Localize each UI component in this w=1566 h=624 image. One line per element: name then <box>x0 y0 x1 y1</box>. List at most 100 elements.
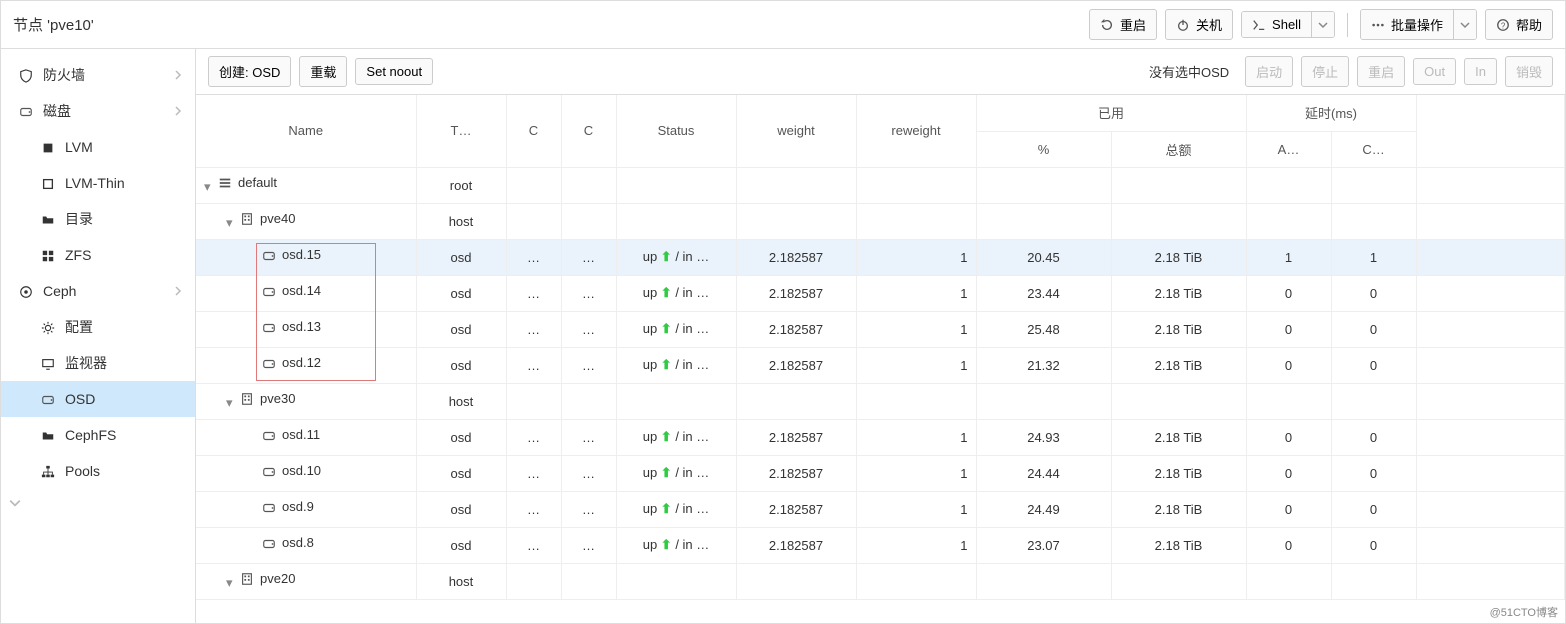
col-latency-group[interactable]: 延时(ms) <box>1246 95 1416 131</box>
disk-icon <box>41 392 55 406</box>
cell-total: 2.18 TiB <box>1111 239 1246 275</box>
chevron-icon <box>173 286 183 296</box>
sidebar-item-lvm-thin[interactable]: LVM-Thin <box>1 165 195 201</box>
sidebar-item-mon[interactable]: 监视器 <box>1 345 195 381</box>
cell-reweight: 1 <box>856 239 976 275</box>
host-icon <box>240 211 254 225</box>
cell-a: 0 <box>1246 275 1331 311</box>
sidebar-item-disks[interactable]: 磁盘 <box>1 93 195 129</box>
tree-toggle-icon[interactable]: ▾ <box>226 395 236 411</box>
cell-pct: 21.32 <box>976 347 1111 383</box>
ceph-icon <box>19 284 33 298</box>
bulk-split-button[interactable]: 批量操作 <box>1360 9 1477 40</box>
sidebar-more[interactable] <box>1 489 195 517</box>
shutdown-button[interactable]: 关机 <box>1165 9 1233 40</box>
start-button[interactable]: 启动 <box>1245 56 1293 87</box>
up-status-icon: ⬆ <box>661 357 672 372</box>
restart-button[interactable]: 重启 <box>1357 56 1405 87</box>
cell-c1 <box>506 563 561 599</box>
set-noout-button[interactable]: Set noout <box>355 58 433 85</box>
table-row[interactable]: ▾pve40host <box>196 203 1565 239</box>
col-used-group[interactable]: 已用 <box>976 95 1246 131</box>
create-osd-button[interactable]: 创建: OSD <box>208 56 291 87</box>
col-reweight[interactable]: reweight <box>856 95 976 167</box>
cell-type: osd <box>416 419 506 455</box>
cell-c2: … <box>561 347 616 383</box>
cell-type: osd <box>416 347 506 383</box>
out-button[interactable]: Out <box>1413 58 1456 85</box>
cell-weight <box>736 383 856 419</box>
grid-scroll[interactable]: Name T… C C Status weight reweight 已用 延时… <box>196 95 1565 623</box>
cell-reweight: 1 <box>856 491 976 527</box>
cell-c1: … <box>506 455 561 491</box>
tree-toggle-icon[interactable]: ▾ <box>226 575 236 591</box>
tree-icon <box>218 175 232 189</box>
table-row[interactable]: osd.11osd……up ⬆ / in …2.182587124.932.18… <box>196 419 1565 455</box>
sidebar-item-lvm[interactable]: LVM <box>1 129 195 165</box>
sidebar-item-firewall[interactable]: 防火墙 <box>1 57 195 93</box>
col-status[interactable]: Status <box>616 95 736 167</box>
table-row[interactable]: osd.9osd……up ⬆ / in …2.182587124.492.18 … <box>196 491 1565 527</box>
reboot-label: 重启 <box>1120 15 1146 34</box>
col-name[interactable]: Name <box>196 95 416 167</box>
cell-c: 0 <box>1331 275 1416 311</box>
in-button[interactable]: In <box>1464 58 1497 85</box>
chevron-icon <box>173 70 183 80</box>
sitemap-icon <box>41 464 55 478</box>
shell-button[interactable]: Shell <box>1242 12 1311 37</box>
cell-total: 2.18 TiB <box>1111 455 1246 491</box>
table-row[interactable]: osd.8osd……up ⬆ / in …2.182587123.072.18 … <box>196 527 1565 563</box>
row-name: osd.9 <box>282 499 314 514</box>
bulk-button[interactable]: 批量操作 <box>1361 10 1453 39</box>
sidebar-item-dir[interactable]: 目录 <box>1 201 195 237</box>
grid-icon <box>41 248 55 262</box>
col-type[interactable]: T… <box>416 95 506 167</box>
col-c1[interactable]: C <box>506 95 561 167</box>
watermark: @51CTO博客 <box>1490 604 1558 620</box>
cell-pct <box>976 203 1111 239</box>
cell-pad <box>1416 383 1564 419</box>
shell-caret[interactable] <box>1311 12 1334 37</box>
help-button[interactable]: ? 帮助 <box>1485 9 1553 40</box>
sidebar-item-label: 监视器 <box>65 353 107 373</box>
cell-status: up ⬆ / in … <box>616 275 736 311</box>
sidebar-item-pools[interactable]: Pools <box>1 453 195 489</box>
cell-c2: … <box>561 527 616 563</box>
tree-toggle-icon[interactable]: ▾ <box>226 215 236 231</box>
stop-button[interactable]: 停止 <box>1301 56 1349 87</box>
table-row[interactable]: osd.13osd……up ⬆ / in …2.182587125.482.18… <box>196 311 1565 347</box>
table-row[interactable]: osd.10osd……up ⬆ / in …2.182587124.442.18… <box>196 455 1565 491</box>
sidebar-item-cephfs[interactable]: CephFS <box>1 417 195 453</box>
col-c[interactable]: C… <box>1331 131 1416 167</box>
col-a[interactable]: A… <box>1246 131 1331 167</box>
svg-text:?: ? <box>1501 21 1506 30</box>
cell-c: 0 <box>1331 311 1416 347</box>
sidebar-item-cfg[interactable]: 配置 <box>1 309 195 345</box>
reload-button[interactable]: 重载 <box>299 56 347 87</box>
cell-total: 2.18 TiB <box>1111 311 1246 347</box>
table-row[interactable]: osd.15osd……up ⬆ / in …2.182587120.452.18… <box>196 239 1565 275</box>
col-pct[interactable]: % <box>976 131 1111 167</box>
table-row[interactable]: ▾pve20host <box>196 563 1565 599</box>
destroy-button[interactable]: 销毁 <box>1505 56 1553 87</box>
table-row[interactable]: osd.14osd……up ⬆ / in …2.182587123.442.18… <box>196 275 1565 311</box>
col-total[interactable]: 总额 <box>1111 131 1246 167</box>
table-row[interactable]: ▾defaultroot <box>196 167 1565 203</box>
sidebar-item-zfs[interactable]: ZFS <box>1 237 195 273</box>
tree-toggle-icon[interactable]: ▾ <box>204 179 214 195</box>
cell-c2 <box>561 167 616 203</box>
col-weight[interactable]: weight <box>736 95 856 167</box>
cell-c: 1 <box>1331 239 1416 275</box>
reboot-button[interactable]: 重启 <box>1089 9 1157 40</box>
sidebar-item-ceph[interactable]: Ceph <box>1 273 195 309</box>
cell-pad <box>1416 311 1564 347</box>
bulk-caret[interactable] <box>1453 10 1476 39</box>
cell-reweight <box>856 167 976 203</box>
table-row[interactable]: osd.12osd……up ⬆ / in …2.182587121.322.18… <box>196 347 1565 383</box>
col-c2[interactable]: C <box>561 95 616 167</box>
table-row[interactable]: ▾pve30host <box>196 383 1565 419</box>
gear-icon <box>41 320 55 334</box>
shell-split-button[interactable]: Shell <box>1241 11 1335 38</box>
cell-total: 2.18 TiB <box>1111 419 1246 455</box>
sidebar-item-osd[interactable]: OSD <box>1 381 195 417</box>
